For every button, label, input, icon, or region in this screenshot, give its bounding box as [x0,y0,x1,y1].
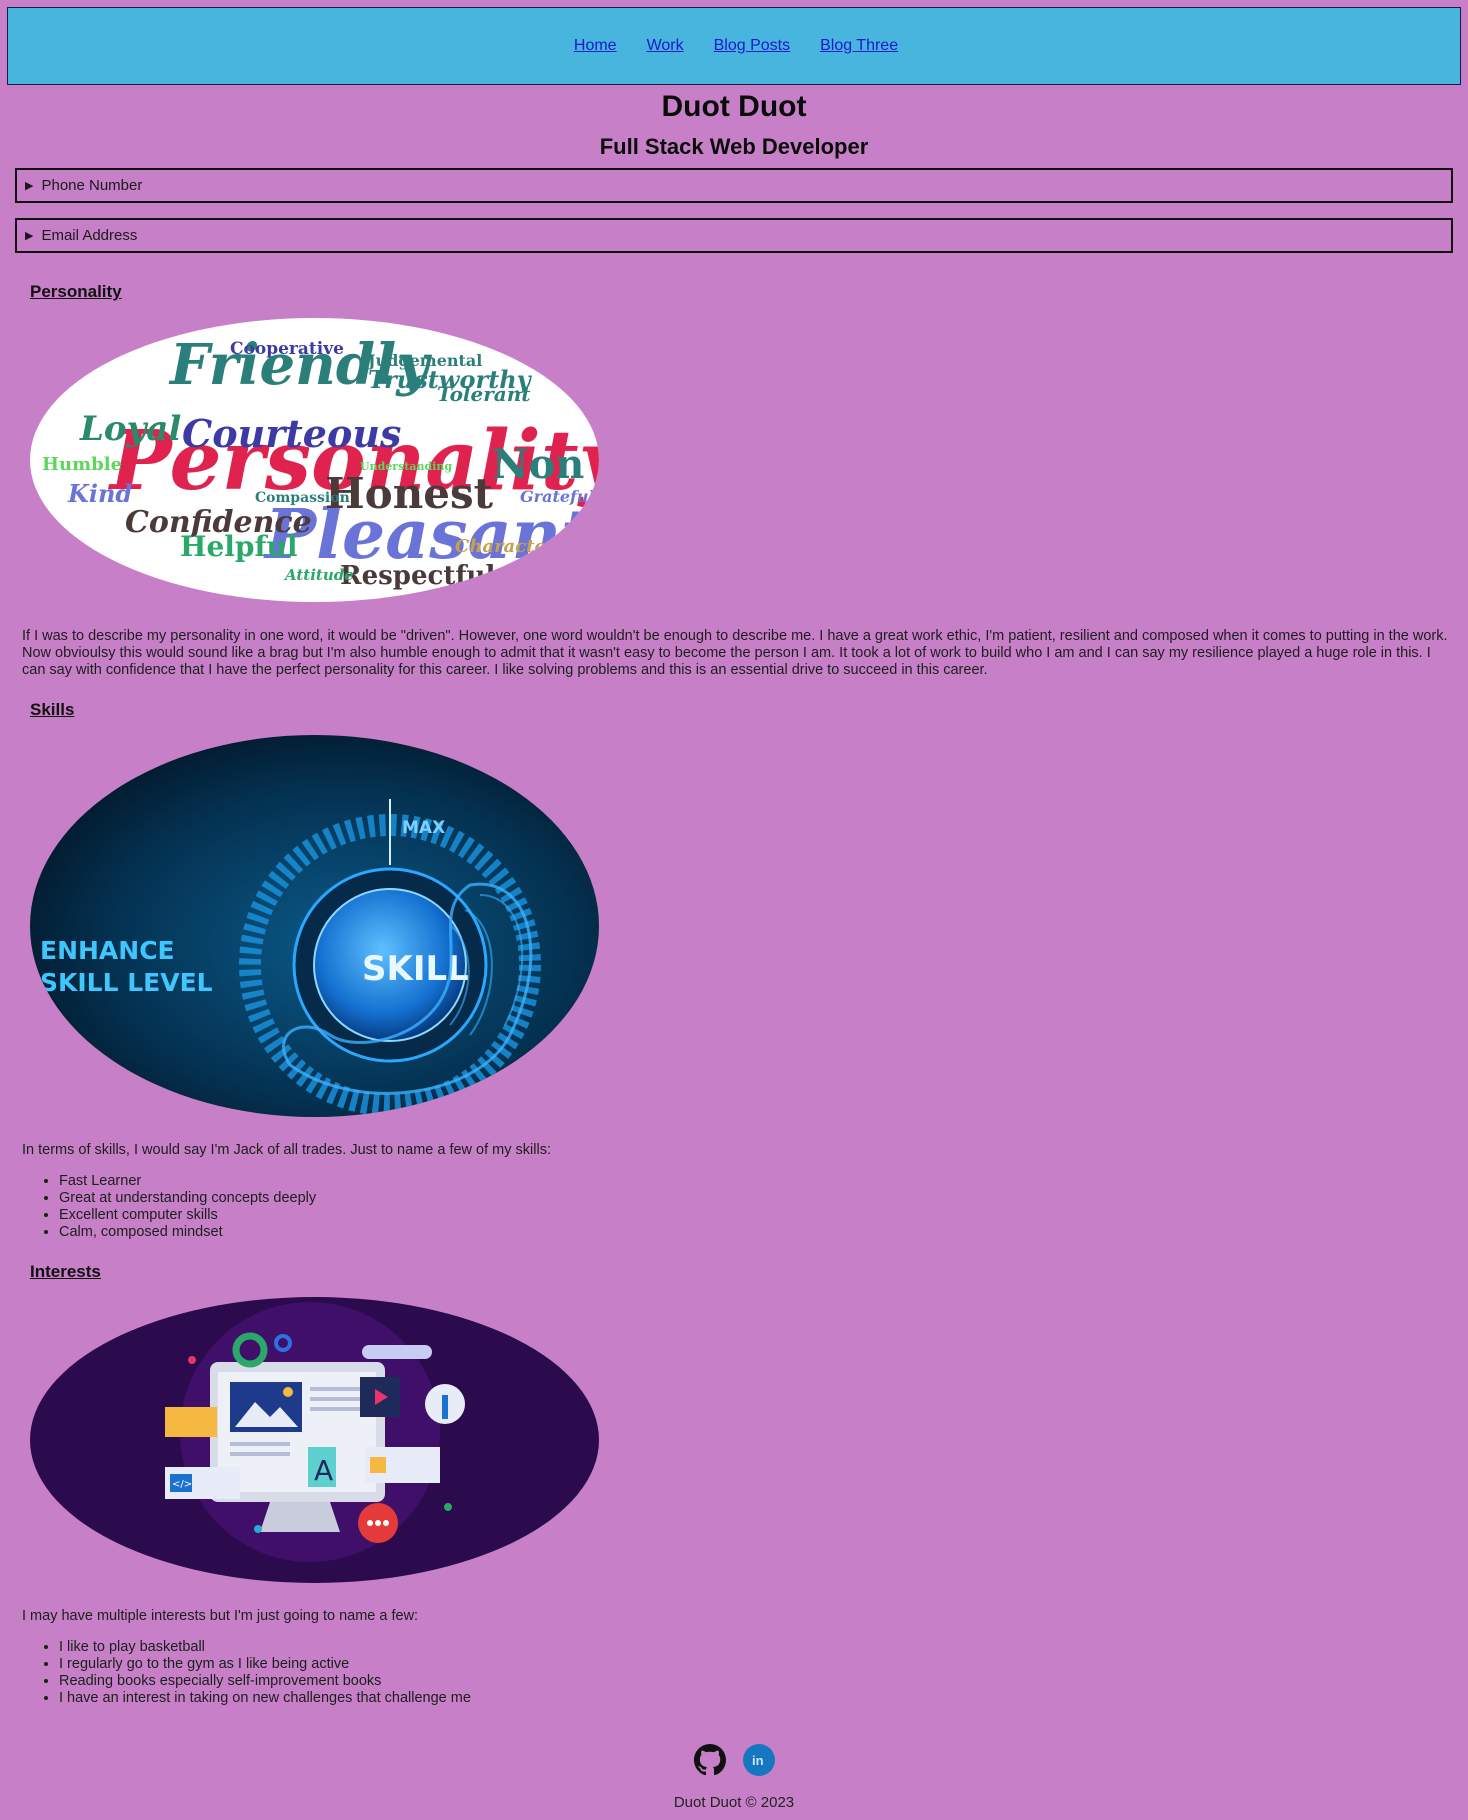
word-cloud-word: Humble [42,454,122,475]
disclosure-triangle-icon: ▶ [25,230,34,242]
email-address-disclosure[interactable]: ▶ Email Address [15,218,1453,253]
social-links: in [0,1744,1468,1776]
list-item: I like to play basketball [59,1639,471,1656]
word-cloud-word: Compassion [255,490,350,506]
nav-link-work[interactable]: Work [647,37,684,55]
letter-card: A [314,1454,333,1487]
word-cloud-word: Kind [67,479,132,508]
list-item: I regularly go to the gym as I like bein… [59,1656,471,1673]
computer-illustration-graphic: A </> [165,1302,465,1562]
word-cloud-word: Helpful [180,530,298,563]
interests-list: I like to play basketball I regularly go… [22,1639,471,1707]
skill-level-label: SKILL LEVEL [40,968,213,997]
word-cloud-word: Attitude [283,566,354,584]
word-cloud-word: Character [455,536,557,557]
skill-knob-graphic: SKILL MAX ENHANCE SKILL LEVEL [30,735,599,1117]
word-cloud-word: Grateful [520,487,595,506]
linkedin-icon: in [742,1744,775,1776]
word-cloud-word: Cooperative [230,339,344,359]
linkedin-link[interactable]: in [742,1744,775,1776]
skills-list: Fast Learner Great at understanding conc… [22,1173,316,1241]
knob-label: SKILL [362,949,469,989]
disclosure-triangle-icon: ▶ [25,180,34,192]
max-label: MAX [402,818,445,838]
top-nav: Home Work Blog Posts Blog Three [7,7,1461,85]
list-item: I have an interest in taking on new chal… [59,1690,471,1707]
phone-number-summary: Phone Number [41,177,143,194]
skills-image: SKILL MAX ENHANCE SKILL LEVEL [30,735,599,1117]
enhance-label: ENHANCE [40,936,175,965]
list-item: Reading books especially self-improvemen… [59,1673,471,1690]
linkedin-glyph: in [752,1753,764,1768]
phone-number-disclosure[interactable]: ▶ Phone Number [15,168,1453,203]
email-address-summary: Email Address [41,227,138,244]
list-item: Excellent computer skills [59,1207,316,1224]
word-cloud-word: Respectful [340,561,495,591]
interests-image: A </> [30,1297,599,1583]
list-item: Great at understanding concepts deeply [59,1190,316,1207]
word-cloud-graphic: Friendly Personality Courteous Pleasant … [42,332,599,591]
code-card: </> [172,1479,192,1490]
page-subtitle: Full Stack Web Developer [599,134,869,159]
interests-intro: I may have multiple interests but I'm ju… [22,1608,419,1624]
list-item: Calm, composed mindset [59,1224,316,1241]
word-cloud-word: Understanding [360,460,452,473]
interests-heading: Interests [30,1262,101,1281]
footer-copyright: Duot Duot © 2023 [673,1794,795,1811]
personality-paragraph: If I was to describe my personality in o… [22,628,1448,678]
word-cloud-word: Judgemental [366,351,482,370]
word-cloud-word: Non [492,441,584,488]
nav-link-home[interactable]: Home [574,37,617,55]
word-cloud-word: Honest [325,469,494,518]
word-cloud-word: Loyal [79,409,181,449]
skills-heading: Skills [30,700,75,719]
personality-word-cloud-image: Friendly Personality Courteous Pleasant … [30,318,599,602]
nav-link-blog-posts[interactable]: Blog Posts [714,37,790,55]
github-link[interactable] [693,1744,726,1776]
personality-heading: Personality [30,282,122,301]
page-title: Duot Duot [661,90,807,123]
word-cloud-word: Courteous [182,411,401,456]
github-icon [693,1744,726,1776]
list-item: Fast Learner [59,1173,316,1190]
nav-link-blog-three[interactable]: Blog Three [820,37,898,55]
skills-intro: In terms of skills, I would say I'm Jack… [22,1142,551,1158]
